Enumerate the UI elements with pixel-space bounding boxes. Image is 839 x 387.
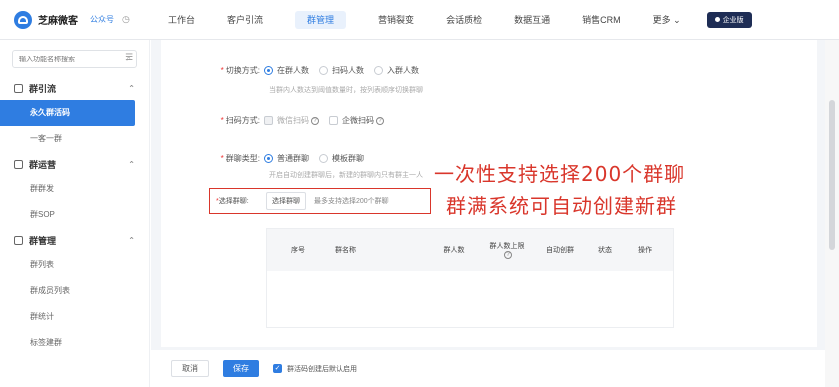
chevron-down-icon: ⌄ <box>673 14 681 25</box>
default-enable-checkbox[interactable]: ✓ 群活码创建后默认启用 <box>273 364 357 374</box>
enterprise-icon <box>714 17 720 22</box>
brand: 芝麻微客 公众号 ◷ <box>0 10 152 29</box>
radio-switch-in-group[interactable]: 在群人数 <box>264 65 309 76</box>
group-type-label: 群聊类型: <box>225 154 260 163</box>
sidebar-item-group-sop[interactable]: 群SOP <box>0 202 149 228</box>
check-wechat-scan[interactable]: 微信扫码? <box>264 115 319 126</box>
radio-switch-scan[interactable]: 扫码人数 <box>319 65 364 76</box>
brand-name: 芝麻微客 <box>38 16 78 27</box>
clock-icon[interactable]: ◷ <box>122 14 130 25</box>
check-wecom-scan[interactable]: 企微扫码? <box>329 115 384 126</box>
radio-type-normal[interactable]: 普通群聊 <box>264 153 309 164</box>
group-type-hint: 开启自动创建群聊后，新建的群聊内只有群主一人 <box>269 172 423 179</box>
select-group-button[interactable]: 选择群聊 <box>266 192 306 210</box>
select-group-label: 选择群聊: <box>218 198 249 205</box>
col-member-limit: 群人数上限 ? <box>489 243 525 259</box>
sidebar-group-operation[interactable]: 群运营 ⌃ <box>0 152 149 176</box>
group-traffic-icon <box>14 83 23 93</box>
col-member-count: 群人数 <box>443 247 465 254</box>
nav-item-workbench[interactable]: 工作台 <box>152 0 211 40</box>
sidebar-item-group-stats[interactable]: 群统计 <box>0 304 149 330</box>
sidebar-item-one-customer-one-group[interactable]: 一客一群 <box>0 126 149 152</box>
nav-item-marketing[interactable]: 营销裂变 <box>362 0 430 40</box>
scan-mode-label: 扫码方式: <box>225 116 260 125</box>
main-content: * 切换方式: 在群人数 扫码人数 入群人数 当群内人数达到阈值数量时，按列表顺序… <box>151 40 825 387</box>
collapse-icon[interactable]: ☰ <box>125 52 133 63</box>
col-auto-create: 自动创群 <box>546 247 574 254</box>
annotation-line-2: 群满系统可自动创建新群 <box>446 194 677 218</box>
top-bar: 芝麻微客 公众号 ◷ 工作台 客户引流 群管理 营销裂变 会话质检 数据互通 销… <box>0 0 839 40</box>
sidebar-group-traffic[interactable]: 群引流 ⌃ <box>0 76 149 100</box>
cancel-button[interactable]: 取消 <box>171 360 209 377</box>
scrollbar[interactable] <box>825 40 839 387</box>
sidebar-item-member-list[interactable]: 群成员列表 <box>0 278 149 304</box>
sidebar-search[interactable]: ⌕ <box>12 50 137 68</box>
scan-mode-row: * 扫码方式: 微信扫码? 企微扫码? <box>161 115 394 126</box>
nav-item-sales-crm[interactable]: 销售CRM <box>566 0 637 40</box>
select-group-note: 最多支持选择200个群聊 <box>314 198 389 205</box>
table-header: 序号 群名称 群人数 群人数上限 ? 自动创群 状态 操作 <box>267 229 673 271</box>
checkmark-icon: ✓ <box>273 364 282 373</box>
enterprise-badge[interactable]: 企业版 <box>706 11 752 28</box>
footer-bar: 取消 保存 ✓ 群活码创建后默认启用 <box>151 350 825 387</box>
chevron-up-icon: ⌃ <box>128 235 135 245</box>
select-group-row: *选择群聊: 选择群聊 最多支持选择200个群聊 <box>209 188 431 214</box>
help-icon: ? <box>376 116 384 125</box>
switch-mode-row: * 切换方式: 在群人数 扫码人数 入群人数 <box>220 65 419 76</box>
sidebar-item-tag-create[interactable]: 标签建群 <box>0 330 149 356</box>
switch-mode-hint: 当群内人数达到阈值数量时，按列表顺序切换群聊 <box>269 87 423 94</box>
main-nav: 工作台 客户引流 群管理 营销裂变 会话质检 数据互通 销售CRM 更多 ⌄ <box>152 0 697 40</box>
annotation-line-1: 一次性支持选择200个群聊 <box>434 162 686 186</box>
scroll-thumb[interactable] <box>829 100 835 250</box>
col-group-name: 群名称 <box>335 247 356 254</box>
nav-item-group-management[interactable]: 群管理 <box>279 0 362 40</box>
radio-type-template[interactable]: 模板群聊 <box>319 153 364 164</box>
col-index: 序号 <box>291 247 305 254</box>
sidebar-item-group-broadcast[interactable]: 群群发 <box>0 176 149 202</box>
col-actions: 操作 <box>638 247 652 254</box>
sidebar-search-input[interactable] <box>19 55 109 63</box>
help-icon: ? <box>311 116 319 125</box>
sidebar-item-group-list[interactable]: 群列表 <box>0 252 149 278</box>
col-status: 状态 <box>598 247 612 254</box>
sidebar-group-management[interactable]: 群管理 ⌃ <box>0 228 149 252</box>
form-panel: * 切换方式: 在群人数 扫码人数 入群人数 当群内人数达到阈值数量时，按列表顺序… <box>161 40 817 347</box>
brand-tag[interactable]: 公众号 <box>90 14 114 25</box>
nav-item-customer-acquisition[interactable]: 客户引流 <box>211 0 279 40</box>
group-type-row: * 群聊类型: 普通群聊 模板群聊 <box>220 153 364 164</box>
group-table: 序号 群名称 群人数 群人数上限 ? 自动创群 状态 操作 <box>266 228 674 328</box>
nav-item-data-sync[interactable]: 数据互通 <box>498 0 566 40</box>
help-icon: ? <box>504 251 512 259</box>
chevron-up-icon: ⌃ <box>128 159 135 169</box>
switch-mode-label: 切换方式: <box>225 66 260 75</box>
sidebar: ⌕ ☰ 群引流 ⌃ 永久群活码 一客一群 群运营 ⌃ 群群发 群SOP 群管理 … <box>0 40 150 387</box>
brand-logo <box>14 10 32 29</box>
group-operation-icon <box>14 159 23 169</box>
group-management-icon <box>14 235 23 245</box>
nav-item-more[interactable]: 更多 ⌄ <box>637 0 697 40</box>
chevron-up-icon: ⌃ <box>128 83 135 93</box>
sidebar-item-permanent-qr[interactable]: 永久群活码 <box>0 100 135 126</box>
nav-item-session-qc[interactable]: 会话质检 <box>430 0 498 40</box>
radio-switch-join[interactable]: 入群人数 <box>374 65 419 76</box>
save-button[interactable]: 保存 <box>223 360 259 377</box>
